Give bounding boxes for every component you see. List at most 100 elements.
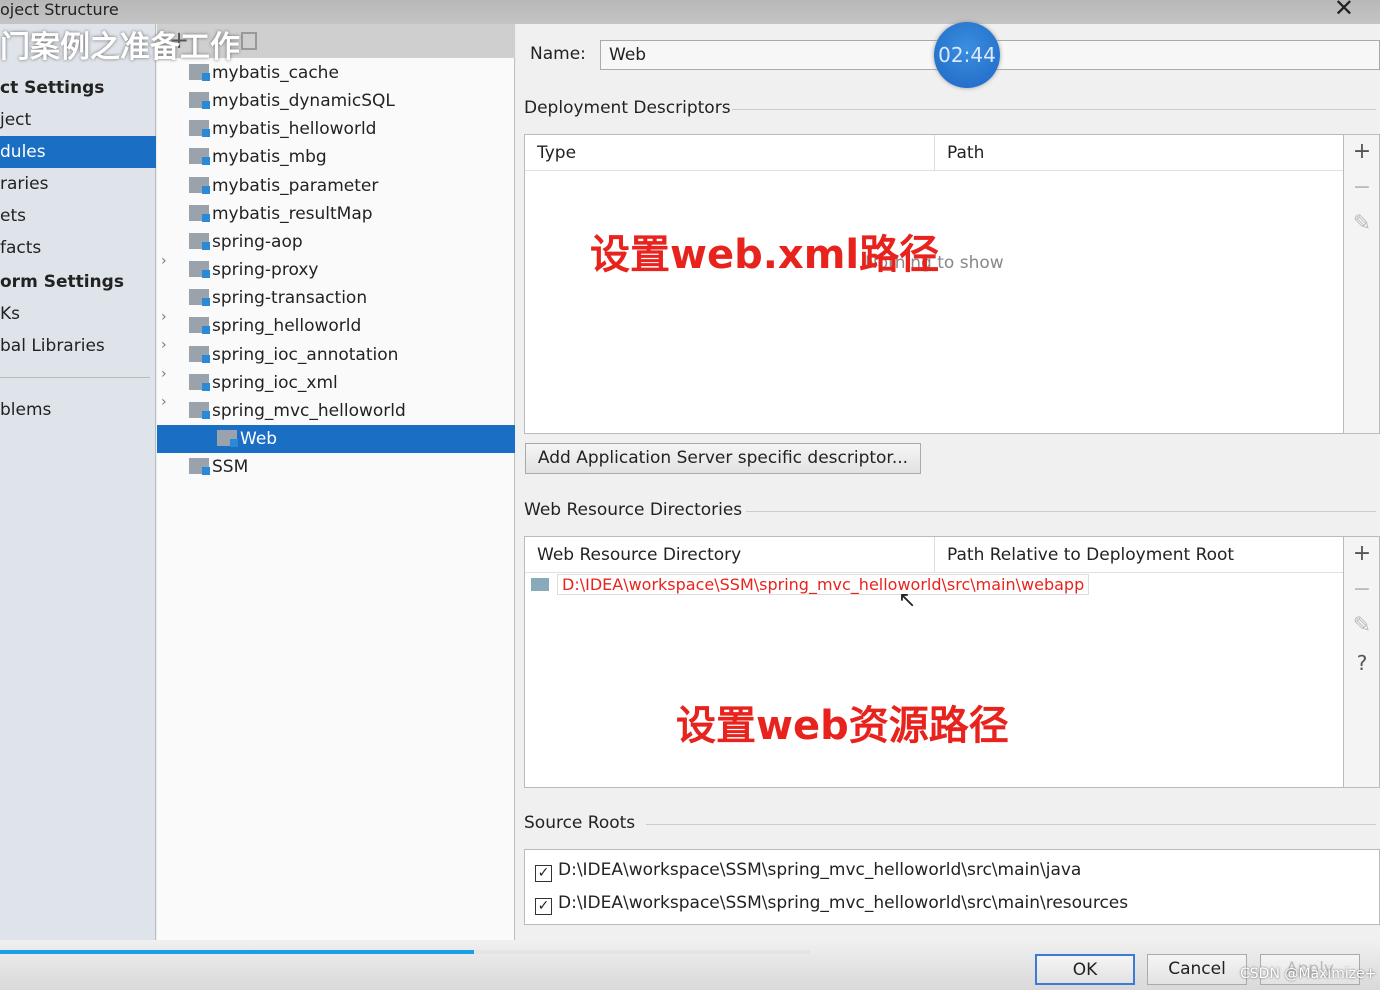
ok-button[interactable]: OK [1035, 954, 1135, 985]
cancel-button[interactable]: Cancel [1147, 954, 1247, 985]
tree-node[interactable]: Web [157, 424, 515, 453]
dialog-footer: OK Cancel Apply CSDN @Maximize+ [0, 940, 1380, 990]
close-icon[interactable]: ✕ [1334, 0, 1354, 22]
copy-icon[interactable] [241, 32, 257, 50]
sidebar-item[interactable]: blems [0, 394, 156, 426]
col-relative-path[interactable]: Path Relative to Deployment Root [935, 537, 1343, 573]
tree-node[interactable]: SSM [157, 453, 248, 481]
module-folder-icon [189, 64, 210, 81]
tree-node-label: spring_mvc_helloworld [212, 400, 406, 421]
tree-node-label: mybatis_dynamicSQL [212, 91, 395, 112]
module-folder-icon [189, 92, 210, 110]
window-title: oject Structure [0, 0, 119, 19]
tree-node-label: mybatis_mbg [212, 147, 327, 168]
sidebar-item[interactable]: Ks [0, 298, 156, 330]
web-dir-cell[interactable]: D:\IDEA\workspace\SSM\spring_mvc_hellowo… [557, 574, 1090, 595]
sidebar-item[interactable]: raries [0, 168, 156, 200]
tree-node-label: mybatis_resultMap [212, 203, 373, 224]
sidebar-item[interactable]: ets [0, 200, 156, 232]
folder-icon [531, 578, 549, 591]
annotation-xml: 设置web.xml路径 [590, 232, 940, 278]
sidebar-item[interactable]: ct Settings [0, 72, 156, 104]
annotation-resource: 设置web资源路径 [676, 703, 1009, 749]
module-folder-icon [189, 401, 210, 419]
module-folder-icon [189, 373, 210, 391]
web-resources-toolbar: + − ✎ ? [1344, 536, 1380, 788]
add-icon[interactable]: + [1344, 541, 1380, 566]
module-folder-icon [189, 176, 210, 194]
tree-node[interactable]: › spring-transaction [157, 284, 368, 325]
sidebar-item[interactable]: bal Libraries [0, 330, 156, 362]
help-icon[interactable]: ? [1344, 651, 1380, 675]
col-path[interactable]: Path [935, 135, 1343, 171]
edit-icon[interactable]: ✎ [1344, 211, 1380, 236]
tree-node[interactable]: › spring-aop [157, 228, 303, 269]
module-folder-icon [189, 317, 210, 335]
module-settings-panel: Name: Web Deployment Descriptors Type Pa… [516, 24, 1380, 940]
tree-node-label: spring_helloworld [212, 316, 362, 337]
add-icon[interactable]: + [1344, 139, 1380, 164]
module-folder-icon [217, 429, 238, 447]
deployment-toolbar: + − ✎ [1344, 134, 1380, 434]
deployment-title: Deployment Descriptors [524, 98, 731, 118]
video-overlay-title: 门案例之准备工作 [0, 30, 240, 65]
name-value: Web [609, 45, 647, 65]
module-folder-icon [189, 458, 210, 476]
tree-node[interactable]: › spring_ioc_annotation [157, 341, 399, 382]
sidebar-item[interactable]: facts [0, 232, 156, 264]
tree-node[interactable]: spring-proxy [157, 256, 318, 284]
source-root-path: D:\IDEA\workspace\SSM\spring_mvc_hellowo… [558, 893, 1129, 913]
module-folder-icon [189, 261, 210, 279]
module-folder-icon [189, 148, 210, 166]
tree-node-label: spring_ioc_annotation [212, 344, 399, 365]
settings-sidebar: ct Settings ject dules raries ets facts orm Se… [0, 24, 156, 940]
sidebar-item[interactable]: ject [0, 104, 156, 136]
module-folder-icon [189, 345, 210, 363]
table-row[interactable]: D:\IDEA\workspace\SSM\spring_mvc_hellowo… [531, 573, 1343, 597]
watermark: CSDN @Maximize+ [1240, 966, 1377, 982]
tree-node[interactable]: mybatis_dynamicSQL [157, 87, 395, 115]
recording-timer: 02:44 [934, 22, 1000, 88]
tree-node[interactable]: mybatis_mbg [157, 143, 327, 171]
module-folder-icon [189, 289, 210, 307]
name-label: Name: [530, 44, 586, 64]
deployment-table[interactable]: Type Path Nothing to show [524, 134, 1344, 434]
sidebar-item[interactable]: orm Settings [0, 266, 156, 298]
remove-icon[interactable]: − [1344, 175, 1380, 200]
tree-node[interactable]: mybatis_resultMap [157, 200, 373, 228]
source-root-item[interactable]: ✓ D:\IDEA\workspace\SSM\spring_mvc_hellow… [535, 893, 1128, 915]
tree-node-label: SSM [212, 457, 249, 478]
sidebar-item[interactable]: dules [0, 136, 156, 168]
col-web-resource-dir[interactable]: Web Resource Directory [525, 537, 935, 573]
edit-icon[interactable]: ✎ [1344, 613, 1380, 638]
tree-node[interactable]: › spring_ioc_xml [157, 369, 338, 410]
module-folder-icon [189, 120, 210, 138]
web-resources-title: Web Resource Directories [524, 500, 743, 520]
source-roots-title: Source Roots [524, 813, 636, 833]
source-root-item[interactable]: ✓ D:\IDEA\workspace\SSM\spring_mvc_hellow… [535, 860, 1081, 882]
source-root-path: D:\IDEA\workspace\SSM\spring_mvc_hellowo… [558, 860, 1082, 880]
video-progress-track[interactable] [0, 950, 810, 954]
tree-node-label: spring-aop [212, 231, 303, 252]
module-folder-icon [189, 204, 210, 222]
tree-node[interactable]: mybatis_helloworld [157, 115, 376, 143]
tree-node[interactable]: mybatis_parameter [157, 172, 378, 200]
tree-node-label: spring-proxy [212, 260, 319, 281]
mouse-cursor-icon: ↖ [898, 588, 917, 613]
module-tree: mybatis_cache mybatis_dynamicSQL mybatis_h… [157, 24, 515, 940]
tree-node-label: spring-transaction [212, 288, 368, 309]
tree-node-label: Web [240, 428, 278, 449]
add-descriptor-button[interactable]: Add Application Server specific descript… [525, 443, 921, 474]
tree-node-label: spring_ioc_xml [212, 372, 338, 393]
title-bar: oject Structure [0, 0, 1380, 24]
remove-icon[interactable]: − [1344, 577, 1380, 602]
tree-node-label: mybatis_cache [212, 63, 339, 83]
checkbox[interactable]: ✓ [535, 865, 552, 882]
video-progress-fill [0, 950, 474, 954]
tree-node-label: mybatis_parameter [212, 175, 379, 196]
tree-node[interactable]: › spring_helloworld [157, 312, 362, 353]
checkbox[interactable]: ✓ [535, 898, 552, 915]
tree-node[interactable]: ⌄spring_mvc_helloworld [157, 397, 406, 438]
source-roots-list: ✓ D:\IDEA\workspace\SSM\spring_mvc_hellow… [524, 849, 1380, 925]
col-type[interactable]: Type [525, 135, 935, 171]
